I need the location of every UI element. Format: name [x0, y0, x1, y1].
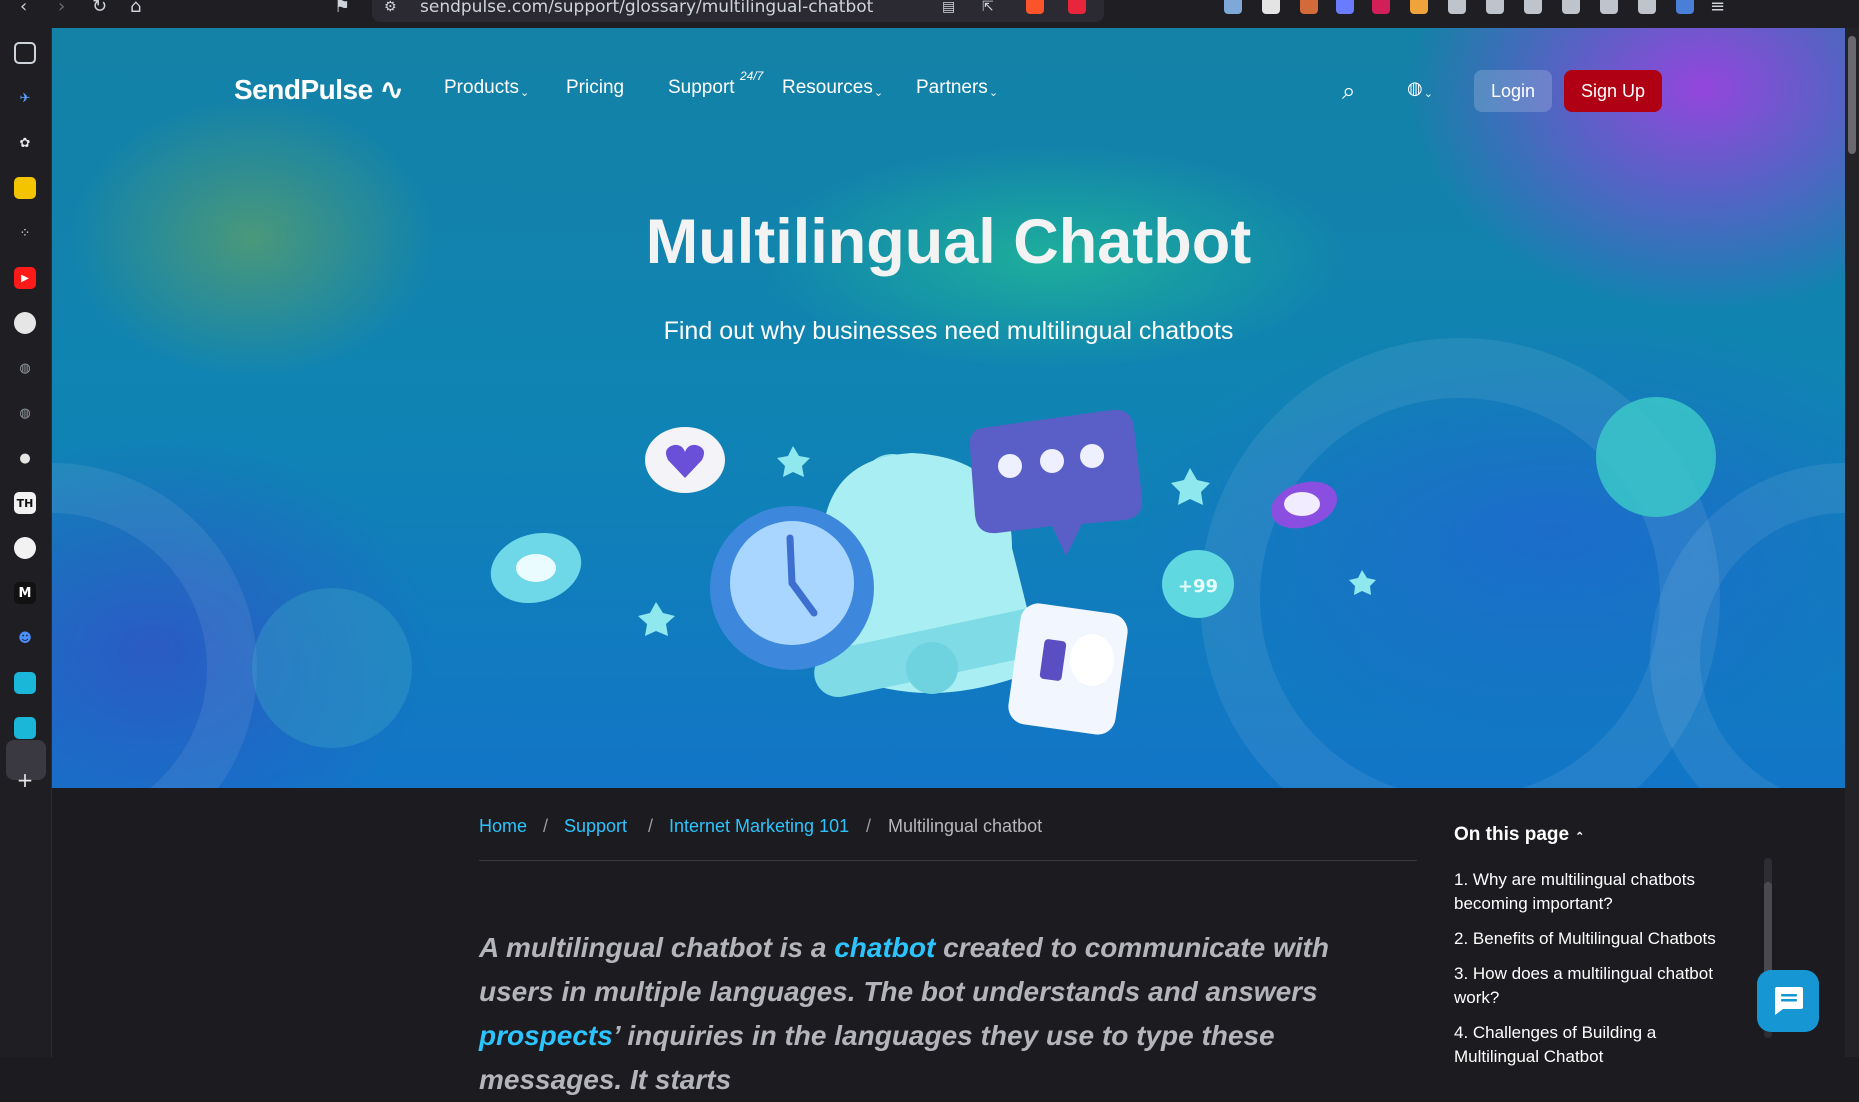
add-icon[interactable]: +	[14, 768, 36, 792]
toc-item[interactable]: 1. Why are multilingual chatbots becomin…	[1454, 868, 1744, 916]
toc-item[interactable]: 4. Challenges of Building a Multilingual…	[1454, 1021, 1744, 1069]
back-icon[interactable]: ‹	[20, 0, 27, 16]
nav-support[interactable]: Support	[668, 77, 735, 99]
article-lead: A multilingual chatbot is a chatbot crea…	[479, 932, 1329, 1095]
browser-sidebar: ✈ ✿ ⁘ ▶ ◍ ◍ ● TH M ☻ +	[0, 28, 52, 1057]
globe-icon[interactable]: ◍	[14, 357, 36, 379]
brave-rewards-icon[interactable]	[1068, 0, 1086, 14]
chevron-up-icon: ⌃	[1575, 831, 1585, 843]
nav-partners[interactable]: Partners⌄	[916, 77, 998, 99]
sendpulse-icon[interactable]	[14, 672, 36, 694]
th-icon[interactable]: TH	[14, 492, 36, 514]
breadcrumb-separator: /	[648, 816, 654, 836]
breadcrumb-divider	[479, 860, 1417, 861]
article-content: Home / Support / Internet Marketing 101 …	[52, 788, 1845, 1095]
chevron-down-icon: ⌄	[519, 87, 530, 99]
sidebar-toggle-icon[interactable]	[14, 42, 36, 64]
puzzle-icon[interactable]	[1448, 0, 1466, 14]
login-button[interactable]: Login	[1474, 70, 1552, 112]
reload-icon[interactable]: ↻	[92, 0, 107, 16]
search-icon[interactable]: ⌕	[1342, 77, 1355, 105]
toc-list: 1. Why are multilingual chatbots becomin…	[1454, 868, 1744, 1080]
signup-button[interactable]: Sign Up	[1564, 70, 1662, 112]
decor-sphere	[252, 588, 412, 748]
heart-badge	[645, 427, 725, 493]
chat-bubble-icon[interactable]: ●	[14, 447, 36, 469]
page-title: Multilingual Chatbot	[645, 207, 1252, 277]
browser-toolbar: ‹ › ↻ ⌂ ⚑ ⚙ sendpulse.com/support/glossa…	[0, 0, 1859, 28]
robot-icon[interactable]: ☻	[14, 627, 36, 649]
breadcrumb-current: Multilingual chatbot	[888, 816, 1043, 836]
language-icon[interactable]: ◍⌄	[1407, 78, 1433, 100]
home-icon[interactable]: ⌂	[130, 0, 141, 16]
extension-icon[interactable]	[1224, 0, 1242, 14]
share-icon[interactable]: ⇱	[982, 0, 994, 14]
decor-ring	[1650, 463, 1845, 788]
chat-icon	[1775, 987, 1803, 1015]
clock-illustration	[710, 506, 874, 670]
ublock-icon[interactable]	[1372, 0, 1390, 14]
chat-widget-button[interactable]	[1757, 970, 1819, 1032]
breadcrumb-home[interactable]: Home	[479, 816, 527, 837]
forward-icon[interactable]: ›	[58, 0, 65, 16]
bird-icon[interactable]: ✈	[14, 87, 36, 109]
toc-item[interactable]: 2. Benefits of Multilingual Chatbots	[1454, 927, 1744, 951]
profile-icon[interactable]	[1676, 0, 1694, 14]
breadcrumb-separator: /	[866, 816, 872, 836]
breadcrumb-separator: /	[543, 816, 549, 836]
extension-icon[interactable]	[1410, 0, 1428, 14]
ynab-icon[interactable]	[14, 177, 36, 199]
chatbot-link[interactable]: chatbot	[834, 932, 935, 963]
github-icon[interactable]	[14, 312, 36, 334]
like-card-illustration	[1008, 603, 1128, 735]
extension-icon[interactable]	[1262, 0, 1280, 14]
toc-title[interactable]: On this page ⌃	[1454, 824, 1584, 846]
nav-pricing[interactable]: Pricing	[566, 77, 624, 99]
nav-products[interactable]: Products⌄	[444, 77, 529, 99]
extension-icon[interactable]	[1300, 0, 1318, 14]
medium-icon[interactable]: M	[14, 582, 36, 604]
nav-resources[interactable]: Resources⌄	[782, 77, 883, 99]
sendpulse-logo[interactable]: SendPulse ∿	[234, 73, 403, 106]
breadcrumb-support[interactable]: Support	[564, 816, 627, 837]
sendpulse-icon[interactable]	[14, 717, 36, 739]
sidebar-icon[interactable]	[1524, 0, 1542, 14]
wallet-icon[interactable]	[1562, 0, 1580, 14]
page-scrollbar[interactable]	[1845, 28, 1859, 1057]
page-subtitle: Find out why businesses need multilingua…	[663, 317, 1234, 345]
menu-icon[interactable]: ≡	[1710, 0, 1725, 16]
site-settings-icon[interactable]: ⚙	[384, 0, 397, 14]
music-icon[interactable]	[1486, 0, 1504, 14]
url-text[interactable]: sendpulse.com/support/glossary/multiling…	[420, 0, 873, 16]
youtube-icon[interactable]: ▶	[14, 267, 36, 289]
brave-shield-icon[interactable]	[1026, 0, 1044, 14]
globe-icon[interactable]: ◍	[14, 402, 36, 424]
google-icon[interactable]	[14, 537, 36, 559]
chatgpt-icon[interactable]: ✿	[14, 132, 36, 154]
sparkle-icon[interactable]	[1600, 0, 1618, 14]
bookmark-icon[interactable]: ⚑	[334, 0, 350, 16]
counter-badge: +99	[1162, 550, 1234, 618]
counter-badge-text: +99	[1178, 576, 1218, 597]
hero-section: +99 SendPulse ∿ Products⌄ Pricing Suppor…	[52, 28, 1845, 788]
reader-icon[interactable]: ▤	[942, 0, 955, 14]
decor-ring	[52, 463, 257, 788]
page-scrollbar-thumb[interactable]	[1848, 36, 1856, 154]
dots-icon[interactable]: ⁘	[14, 222, 36, 244]
chevron-down-icon: ⌄	[873, 87, 884, 99]
vpn-icon[interactable]	[1638, 0, 1656, 14]
breadcrumb-category[interactable]: Internet Marketing 101	[669, 816, 849, 837]
prospects-link[interactable]: prospects	[479, 1020, 613, 1051]
thumbs-up-badge	[490, 532, 582, 604]
chevron-down-icon: ⌄	[1423, 87, 1433, 100]
hero-illustration: +99	[52, 338, 1845, 788]
chevron-down-icon: ⌄	[988, 87, 999, 99]
toc-item[interactable]: 3. How does a multilingual chatbot work?	[1454, 962, 1744, 1010]
decor-sphere	[1596, 397, 1716, 517]
support-badge: 24/7	[740, 69, 764, 83]
pulse-icon: ∿	[372, 74, 403, 105]
extension-icon[interactable]	[1336, 0, 1354, 14]
